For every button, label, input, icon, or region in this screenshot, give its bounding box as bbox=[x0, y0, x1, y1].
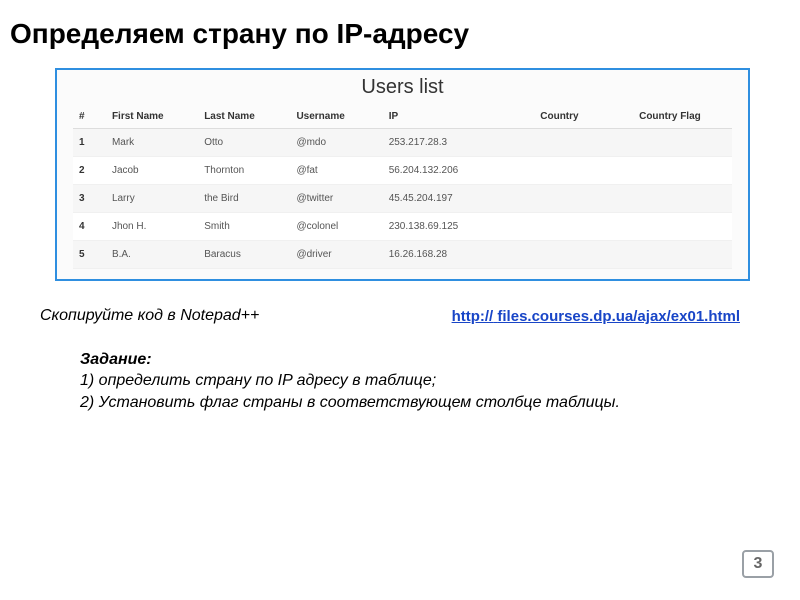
cell-num: 5 bbox=[73, 241, 106, 269]
table-row: 2 Jacob Thornton @fat 56.204.132.206 bbox=[73, 157, 732, 185]
table-header-row: # First Name Last Name Username IP Count… bbox=[73, 105, 732, 129]
cell-ip: 56.204.132.206 bbox=[383, 157, 535, 185]
table-row: 4 Jhon H. Smith @colonel 230.138.69.125 bbox=[73, 213, 732, 241]
link-block: http:// files.courses.dp.ua/ajax/ex01.ht… bbox=[452, 307, 740, 327]
task-heading: Задание: bbox=[80, 349, 740, 371]
col-header-username: Username bbox=[290, 105, 382, 129]
cell-flag bbox=[633, 241, 732, 269]
table-row: 1 Mark Otto @mdo 253.217.28.3 bbox=[73, 129, 732, 157]
panel-title: Users list bbox=[73, 76, 732, 99]
col-header-ip: IP bbox=[383, 105, 535, 129]
col-header-num: # bbox=[73, 105, 106, 129]
cell-lastname: Thornton bbox=[198, 157, 290, 185]
cell-username: @fat bbox=[290, 157, 382, 185]
cell-country bbox=[534, 241, 633, 269]
copy-instruction: Скопируйте код в Notepad++ bbox=[40, 307, 259, 325]
link-line-2: files.courses.dp.ua/ajax/ex01.html bbox=[497, 308, 740, 325]
page-title: Определяем страну по IP-адресу bbox=[0, 0, 800, 60]
cell-username: @colonel bbox=[290, 213, 382, 241]
cell-lastname: the Bird bbox=[198, 185, 290, 213]
cell-flag bbox=[633, 157, 732, 185]
cell-num: 1 bbox=[73, 129, 106, 157]
table-row: 5 B.A. Baracus @driver 16.26.168.28 bbox=[73, 241, 732, 269]
task-item-2: 2) Установить флаг страны в соответствую… bbox=[80, 392, 740, 414]
task-block: Задание: 1) определить страну по IP адре… bbox=[80, 349, 740, 414]
cell-country bbox=[534, 213, 633, 241]
cell-lastname: Baracus bbox=[198, 241, 290, 269]
instruction-row: Скопируйте код в Notepad++ http:// files… bbox=[40, 307, 740, 327]
table-row: 3 Larry the Bird @twitter 45.45.204.197 bbox=[73, 185, 732, 213]
cell-firstname: Mark bbox=[106, 129, 198, 157]
col-header-flag: Country Flag bbox=[633, 105, 732, 129]
cell-country bbox=[534, 157, 633, 185]
link-line-1: http:// bbox=[452, 308, 494, 325]
cell-firstname: B.A. bbox=[106, 241, 198, 269]
cell-lastname: Otto bbox=[198, 129, 290, 157]
cell-flag bbox=[633, 213, 732, 241]
cell-firstname: Larry bbox=[106, 185, 198, 213]
cell-ip: 16.26.168.28 bbox=[383, 241, 535, 269]
cell-num: 3 bbox=[73, 185, 106, 213]
cell-ip: 45.45.204.197 bbox=[383, 185, 535, 213]
task-item-1: 1) определить страну по IP адресу в табл… bbox=[80, 370, 740, 392]
cell-num: 4 bbox=[73, 213, 106, 241]
cell-username: @driver bbox=[290, 241, 382, 269]
resource-link[interactable]: http:// files.courses.dp.ua/ajax/ex01.ht… bbox=[452, 307, 740, 327]
users-panel: Users list # First Name Last Name Userna… bbox=[55, 68, 750, 281]
col-header-lastname: Last Name bbox=[198, 105, 290, 129]
cell-flag bbox=[633, 185, 732, 213]
page-number-badge: 3 bbox=[742, 550, 774, 578]
users-table: # First Name Last Name Username IP Count… bbox=[73, 105, 732, 269]
cell-username: @mdo bbox=[290, 129, 382, 157]
cell-num: 2 bbox=[73, 157, 106, 185]
cell-country bbox=[534, 185, 633, 213]
col-header-country: Country bbox=[534, 105, 633, 129]
cell-flag bbox=[633, 129, 732, 157]
cell-country bbox=[534, 129, 633, 157]
col-header-firstname: First Name bbox=[106, 105, 198, 129]
cell-ip: 230.138.69.125 bbox=[383, 213, 535, 241]
cell-firstname: Jacob bbox=[106, 157, 198, 185]
cell-firstname: Jhon H. bbox=[106, 213, 198, 241]
cell-ip: 253.217.28.3 bbox=[383, 129, 535, 157]
cell-lastname: Smith bbox=[198, 213, 290, 241]
cell-username: @twitter bbox=[290, 185, 382, 213]
